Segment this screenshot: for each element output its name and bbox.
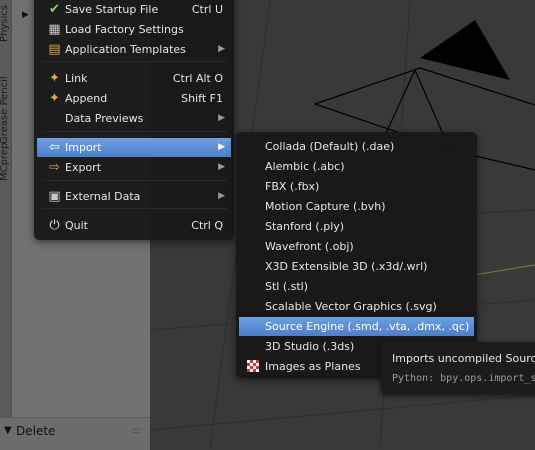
menu-separator — [42, 208, 227, 209]
submenu-arrow-icon: ▶ — [218, 162, 225, 172]
menu-item-shortcut: Ctrl Q — [191, 219, 223, 232]
menu-item-append[interactable]: ✦ Append Shift F1 — [37, 89, 231, 108]
link-icon: ✦ — [49, 71, 60, 86]
menu-item-import[interactable]: ⇦ Import ▶ — [37, 138, 231, 157]
tab-physics[interactable]: Physics — [0, 0, 12, 48]
menu-item-label: 3D Studio (.3ds) — [265, 340, 355, 353]
submenu-arrow-icon: ▶ — [218, 191, 225, 201]
append-icon: ✦ — [49, 91, 60, 106]
menu-item-label: Stl (.stl) — [265, 280, 309, 293]
export-icon: ⇨ — [49, 160, 60, 175]
menu-item-label: Save Startup File — [65, 3, 159, 16]
import-icon: ⇦ — [49, 140, 60, 155]
tab-mcprep[interactable]: MCprep — [0, 142, 12, 182]
tab-grease-pencil[interactable]: Grease Pencil — [0, 76, 12, 144]
delete-panel-label: Delete — [16, 424, 56, 438]
delete-panel-header[interactable]: ▼ Delete :::: — [0, 417, 150, 450]
camera-triangle — [420, 20, 510, 80]
save-startup-icon: ✔ — [49, 2, 60, 17]
menu-item-shortcut: Ctrl U — [191, 3, 223, 16]
menu-item-shortcut: Ctrl Alt O — [172, 72, 223, 85]
menu-item-label: Import — [65, 141, 102, 154]
drag-grip-icon[interactable]: :::: — [132, 426, 141, 436]
menu-item-label: X3D Extensible 3D (.x3d/.wrl) — [265, 260, 428, 273]
import-item-fbx[interactable]: FBX (.fbx) — [239, 177, 474, 196]
menu-item-load-factory-settings[interactable]: ▦ Load Factory Settings — [37, 20, 231, 39]
load-factory-icon: ▦ — [48, 22, 61, 37]
file-menu: ✔ Save Startup File Ctrl U ▦ Load Factor… — [34, 0, 234, 240]
menu-item-label: Scalable Vector Graphics (.svg) — [265, 300, 437, 313]
menu-item-data-previews[interactable]: Data Previews ▶ — [37, 109, 231, 128]
menu-separator — [42, 61, 227, 62]
menu-item-label: Append — [65, 92, 108, 105]
power-icon: ⏻ — [49, 218, 60, 233]
templates-icon: ▤ — [48, 42, 61, 57]
menu-item-label: FBX (.fbx) — [265, 180, 320, 193]
import-item-stl[interactable]: Stl (.stl) — [239, 277, 474, 296]
submenu-arrow-icon: ▶ — [218, 44, 225, 54]
menu-item-save-startup-file[interactable]: ✔ Save Startup File Ctrl U — [37, 0, 231, 19]
menu-item-label: Motion Capture (.bvh) — [265, 200, 386, 213]
menu-item-external-data[interactable]: ▣ External Data ▶ — [37, 187, 231, 206]
menu-item-label: Export — [65, 161, 102, 174]
menu-item-label: Stanford (.ply) — [265, 220, 345, 233]
menu-item-label: Images as Planes — [265, 360, 361, 373]
checker-image-icon — [247, 360, 259, 372]
menu-item-label: Wavefront (.obj) — [265, 240, 354, 253]
menu-item-label: External Data — [65, 190, 141, 203]
tool-shelf-tabs: Physics Grease Pencil MCprep — [0, 0, 12, 449]
import-item-source-engine[interactable]: Source Engine (.smd, .vta, .dmx, .qc) — [239, 317, 474, 336]
menu-separator — [42, 131, 227, 132]
submenu-arrow-icon: ▶ — [218, 113, 225, 123]
import-item-alembic[interactable]: Alembic (.abc) — [239, 157, 474, 176]
import-item-stanford[interactable]: Stanford (.ply) — [239, 217, 474, 236]
menu-item-label: Application Templates — [65, 43, 186, 56]
external-data-icon: ▣ — [48, 189, 61, 204]
menu-separator — [42, 180, 227, 181]
import-item-collada[interactable]: Collada (Default) (.dae) — [239, 137, 474, 156]
menu-item-application-templates[interactable]: ▤ Application Templates ▶ — [37, 40, 231, 59]
import-item-x3d[interactable]: X3D Extensible 3D (.x3d/.wrl) — [239, 257, 474, 276]
menu-item-label: Source Engine (.smd, .vta, .dmx, .qc) — [265, 320, 470, 333]
menu-item-label: Link — [65, 72, 88, 85]
tooltip-description: Imports uncompiled Source E — [392, 352, 535, 365]
import-item-svg[interactable]: Scalable Vector Graphics (.svg) — [239, 297, 474, 316]
menu-item-label: Quit — [65, 219, 88, 232]
tooltip: Imports uncompiled Source E Python: bpy.… — [381, 342, 535, 394]
expand-arrow-icon[interactable]: ▶ — [22, 10, 29, 20]
menu-item-label: Collada (Default) (.dae) — [265, 140, 395, 153]
menu-item-quit[interactable]: ⏻ Quit Ctrl Q — [37, 216, 231, 235]
menu-item-export[interactable]: ⇨ Export ▶ — [37, 158, 231, 177]
tooltip-python-path: Python: bpy.ops.import_s — [392, 373, 535, 384]
submenu-arrow-icon: ▶ — [218, 142, 225, 152]
menu-item-label: Data Previews — [65, 112, 144, 125]
menu-item-link[interactable]: ✦ Link Ctrl Alt O — [37, 69, 231, 88]
menu-item-label: Alembic (.abc) — [265, 160, 345, 173]
collapse-triangle-icon: ▼ — [4, 425, 12, 436]
import-item-wavefront[interactable]: Wavefront (.obj) — [239, 237, 474, 256]
menu-item-label: Load Factory Settings — [65, 23, 184, 36]
import-item-motion-capture[interactable]: Motion Capture (.bvh) — [239, 197, 474, 216]
menu-item-shortcut: Shift F1 — [181, 92, 223, 105]
